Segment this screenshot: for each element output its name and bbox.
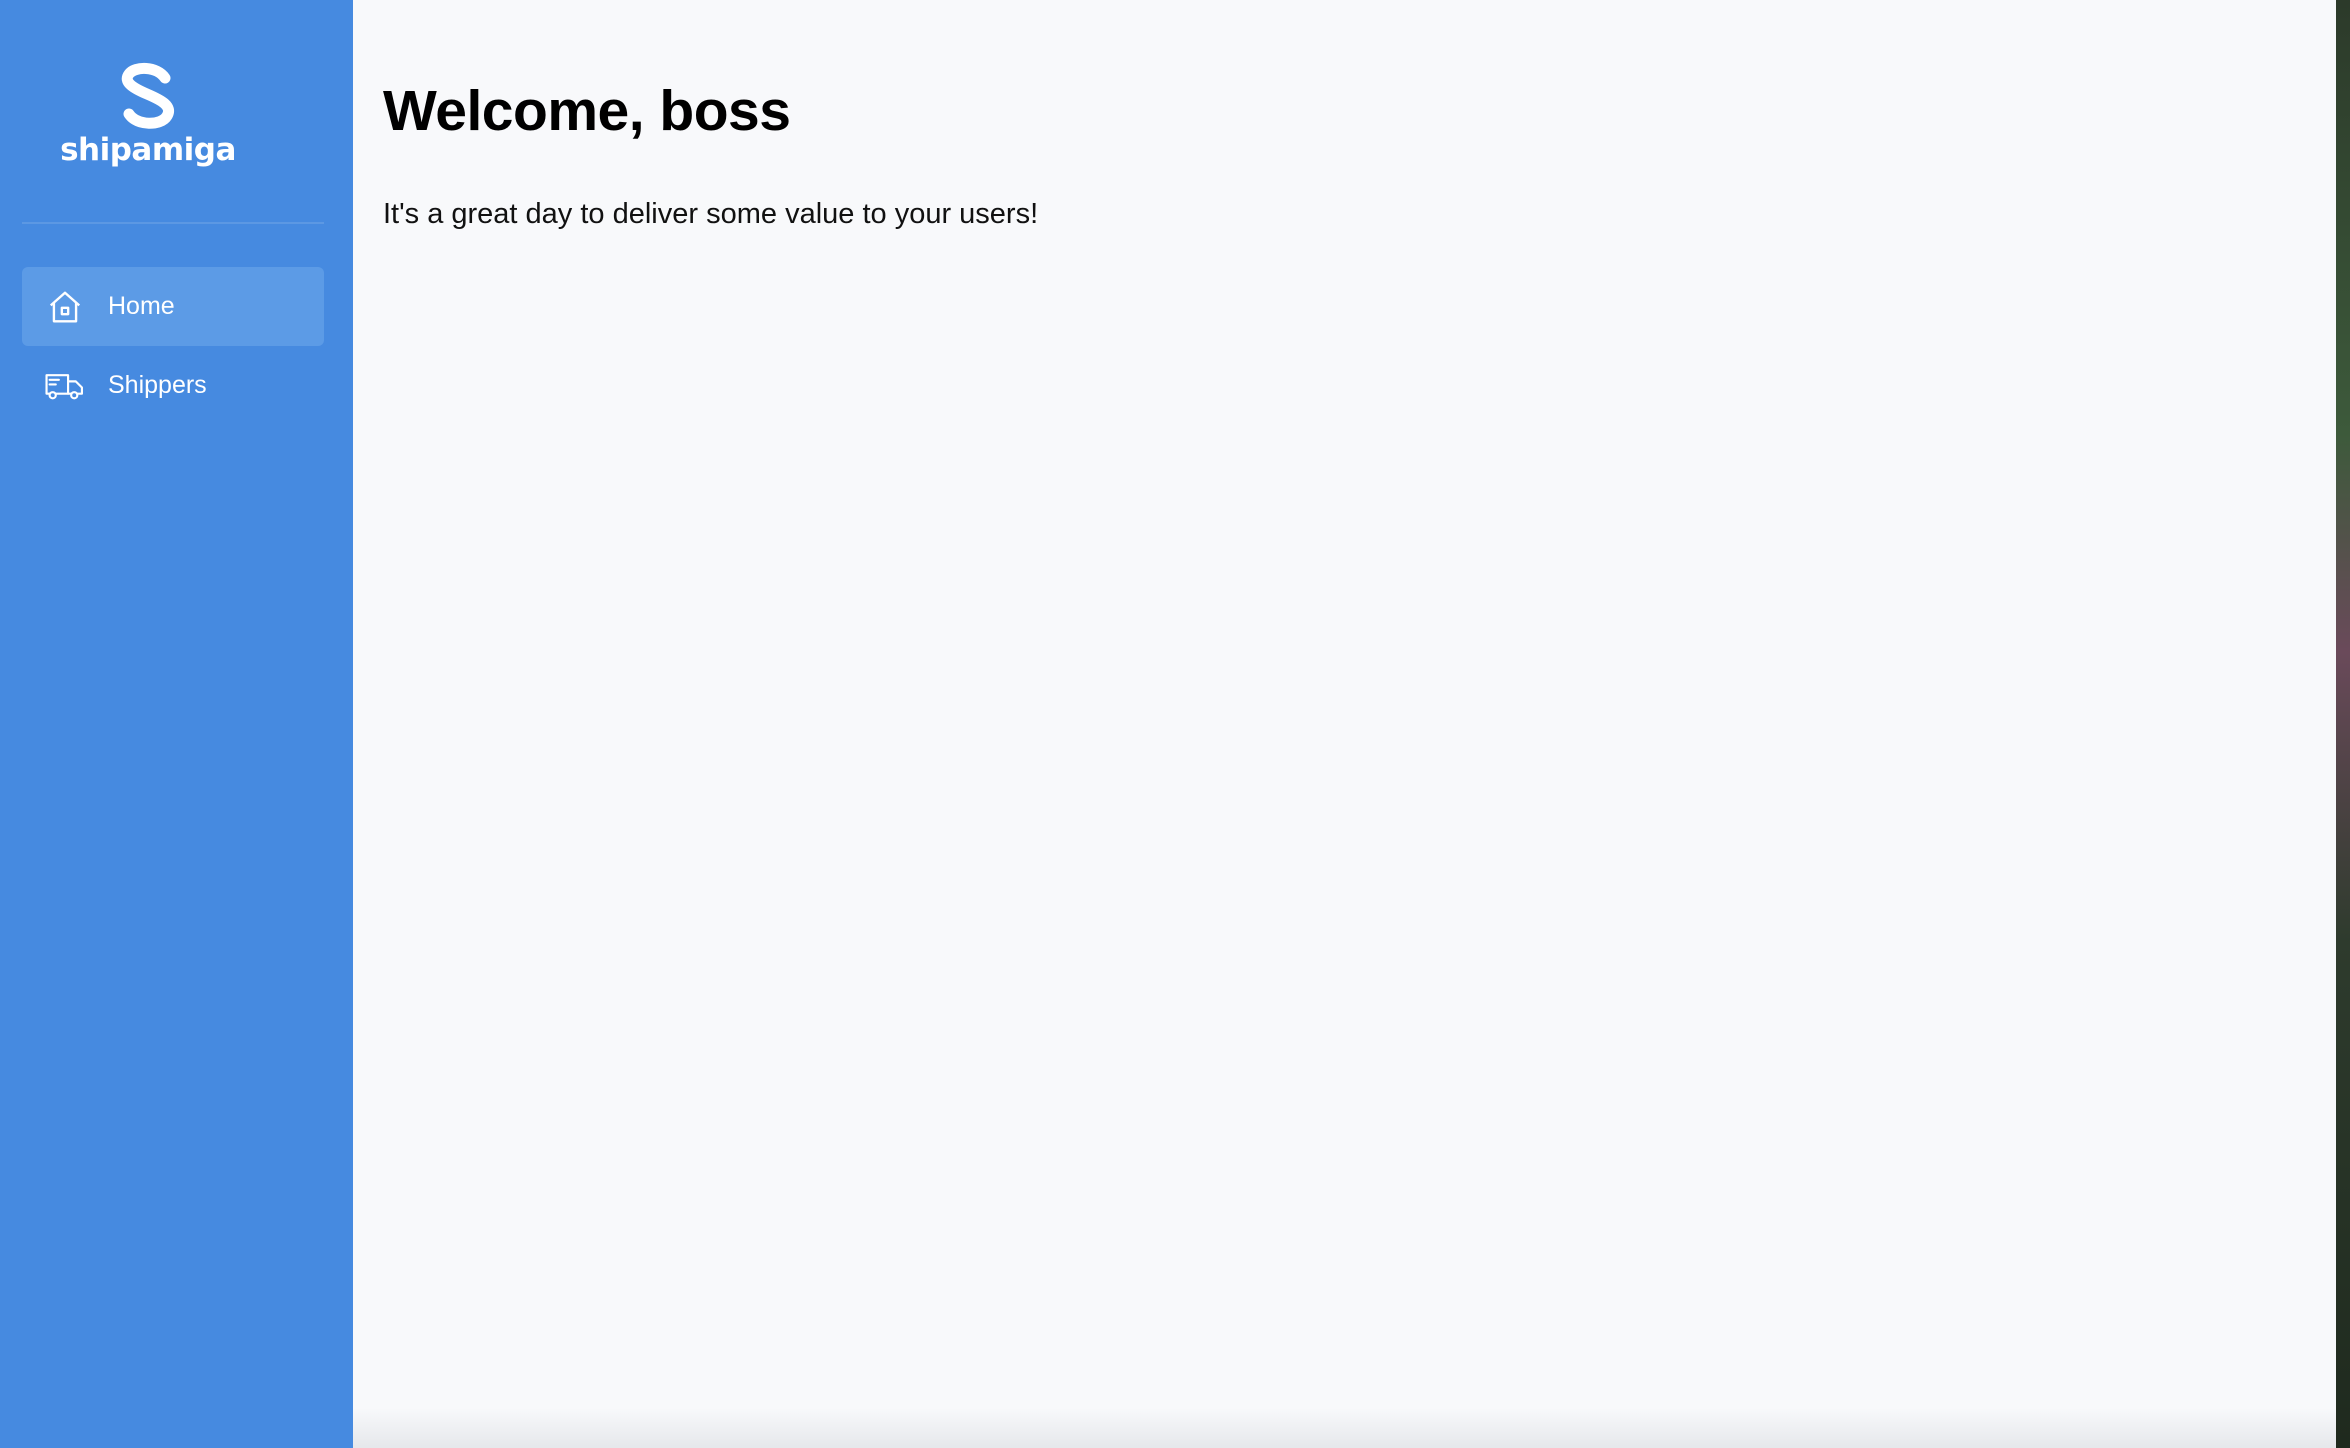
sidebar-divider [22,222,324,224]
desktop-background-edge [2336,0,2350,1448]
shipamiga-logo-icon [121,63,174,129]
home-icon [44,286,86,328]
brand-logo[interactable]: shipamiga [0,60,296,180]
page-title: Welcome, boss [383,79,791,143]
sidebar-item-shippers[interactable]: Shippers [22,346,324,425]
main-content: Welcome, boss It's a great day to delive… [353,0,2336,1448]
sidebar-item-label: Home [108,292,175,320]
truck-icon [44,365,86,407]
sidebar: shipamiga Home Shippers [0,0,353,1448]
bottom-shadow [353,1408,2336,1448]
app-window: shipamiga Home Shippers Welcome, boss It… [0,0,2350,1448]
page-subtitle: It's a great day to deliver some value t… [383,198,1039,230]
sidebar-item-label: Shippers [108,371,207,399]
brand-name: shipamiga [60,132,236,168]
sidebar-item-home[interactable]: Home [22,267,324,346]
sidebar-nav: Home Shippers [22,267,324,425]
